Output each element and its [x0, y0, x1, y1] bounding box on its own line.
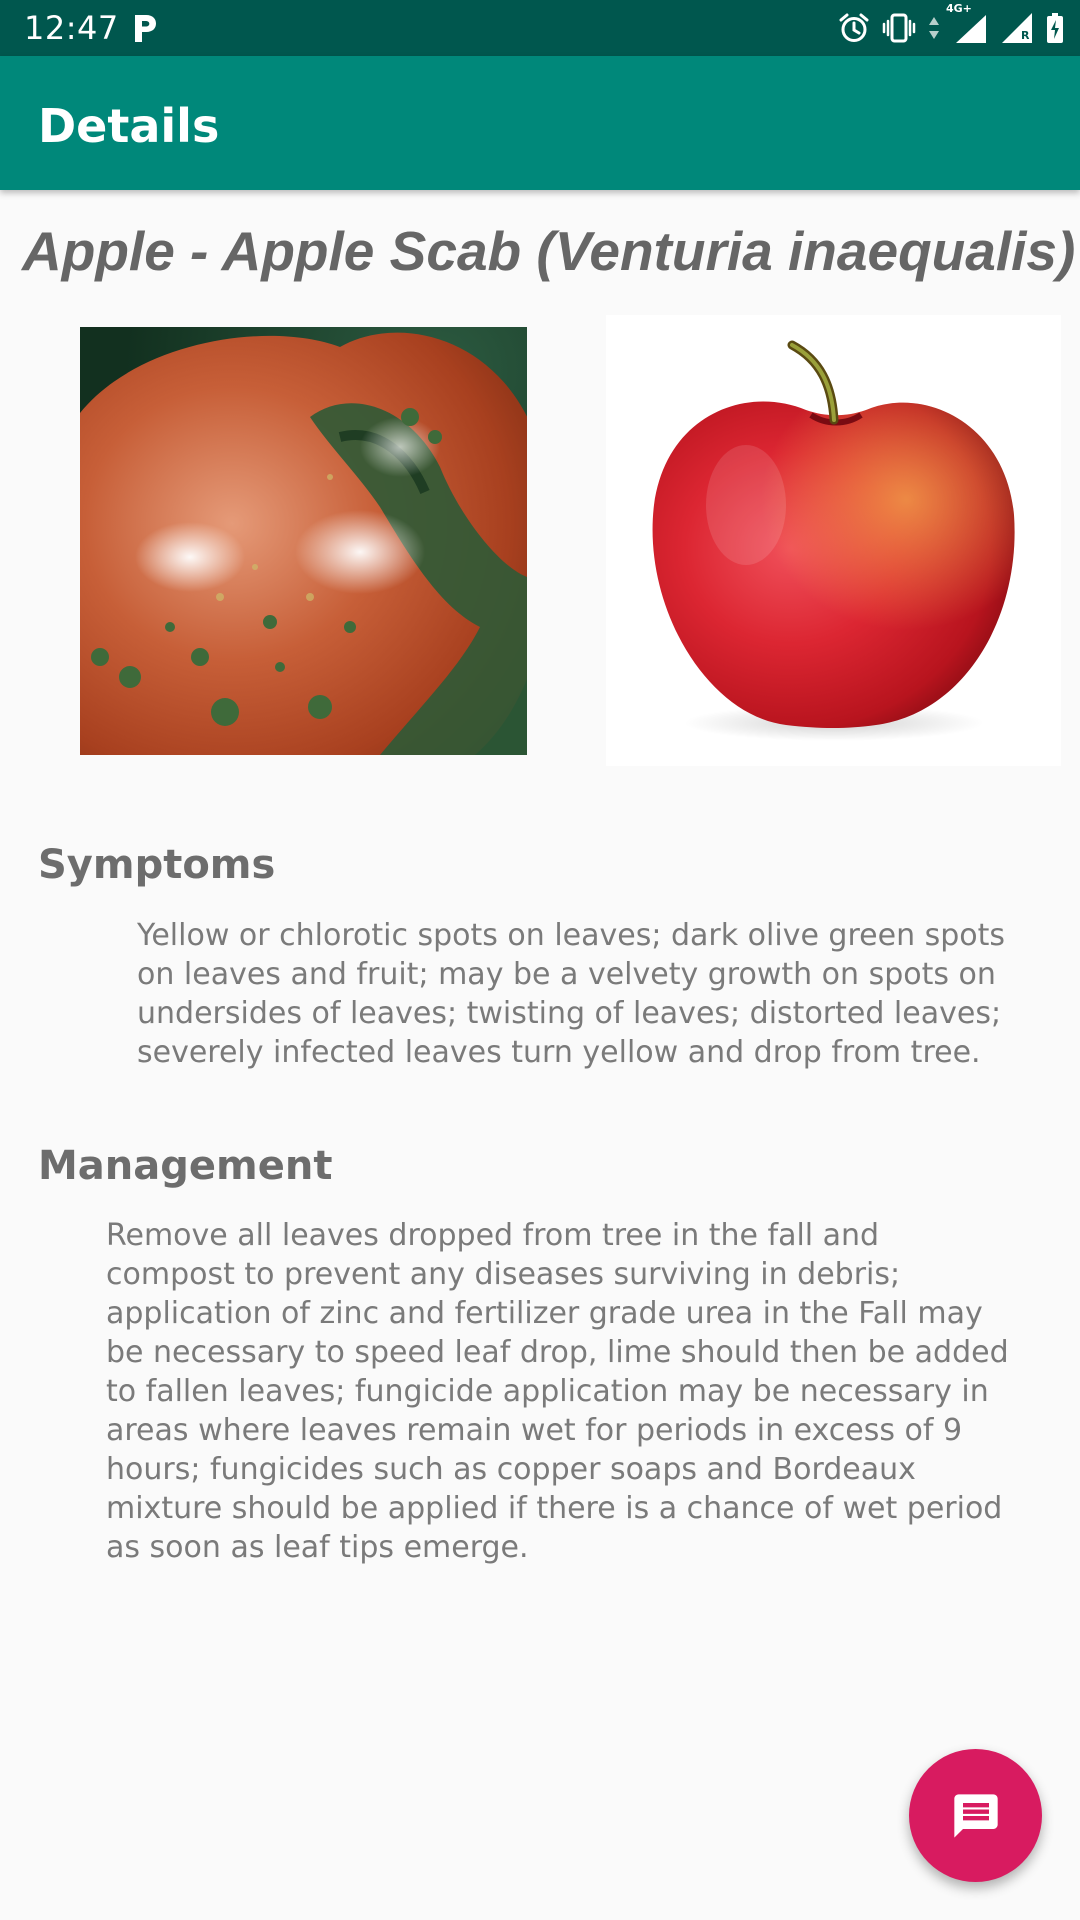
healthy-apple-image	[606, 315, 1061, 766]
data-arrows-icon	[928, 15, 940, 41]
vibrate-icon	[882, 12, 916, 44]
alarm-clock-icon	[838, 12, 870, 44]
management-text: Remove all leaves dropped from tree in t…	[106, 1218, 1009, 1565]
status-icons: 4G+ R	[838, 3, 1064, 48]
parking-p-icon	[131, 12, 159, 44]
battery-charging-icon	[1046, 12, 1064, 44]
roaming-label: R	[1021, 29, 1030, 42]
disease-title: Apple - Apple Scab (Venturia inaequalis)	[22, 220, 1076, 282]
symptoms-text: Yellow or chlorotic spots on leaves; dar…	[137, 918, 1006, 1070]
management-heading: Management	[38, 1143, 333, 1189]
apple-scab-fruit-image	[80, 327, 527, 755]
app-bar: Details	[0, 56, 1080, 190]
chat-fab-button[interactable]	[909, 1749, 1042, 1882]
symptoms-heading: Symptoms	[38, 842, 276, 888]
signal-roaming-icon: R	[1000, 11, 1034, 45]
network-label: 4G+	[946, 2, 972, 15]
status-bar: 12:47 4G+ R	[0, 0, 1080, 56]
chat-message-icon	[950, 1790, 1002, 1842]
app-bar-title: Details	[38, 99, 220, 153]
status-time: 12:47	[24, 9, 119, 47]
signal-4g-icon: 4G+	[946, 3, 988, 45]
